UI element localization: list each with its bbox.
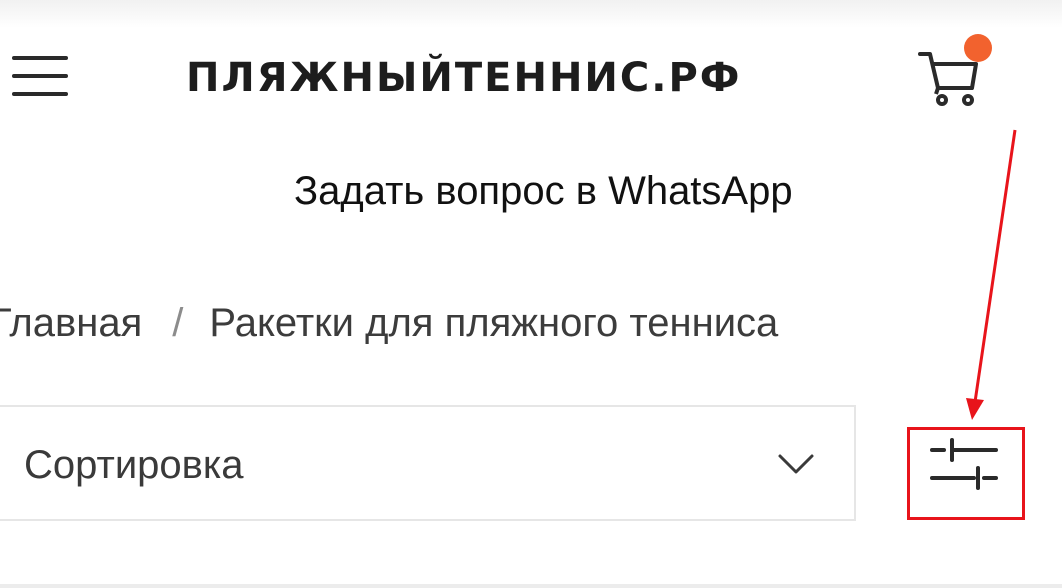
- chevron-down-icon: [778, 454, 814, 474]
- breadcrumb: Главная / Ракетки для пляжного тенниса: [0, 297, 778, 349]
- cart-badge: [964, 34, 992, 62]
- breadcrumb-separator: /: [172, 301, 184, 345]
- top-shade: [0, 0, 1062, 28]
- cart-button[interactable]: [918, 34, 998, 108]
- breadcrumb-current: Ракетки для пляжного тенниса: [209, 301, 779, 345]
- sort-select[interactable]: Сортировка: [0, 405, 856, 521]
- sort-label: Сортировка: [24, 443, 244, 487]
- whatsapp-question-link[interactable]: Задать вопрос в WhatsApp: [294, 166, 793, 216]
- breadcrumb-home-link[interactable]: Главная: [0, 301, 142, 345]
- site-logo[interactable]: ПЛЯЖНЫЙТЕННИС.РФ: [186, 50, 816, 106]
- hamburger-menu-icon[interactable]: [12, 56, 68, 100]
- bottom-divider: [0, 584, 1062, 588]
- filter-sliders-icon: [930, 438, 998, 490]
- filter-button[interactable]: [926, 436, 1002, 498]
